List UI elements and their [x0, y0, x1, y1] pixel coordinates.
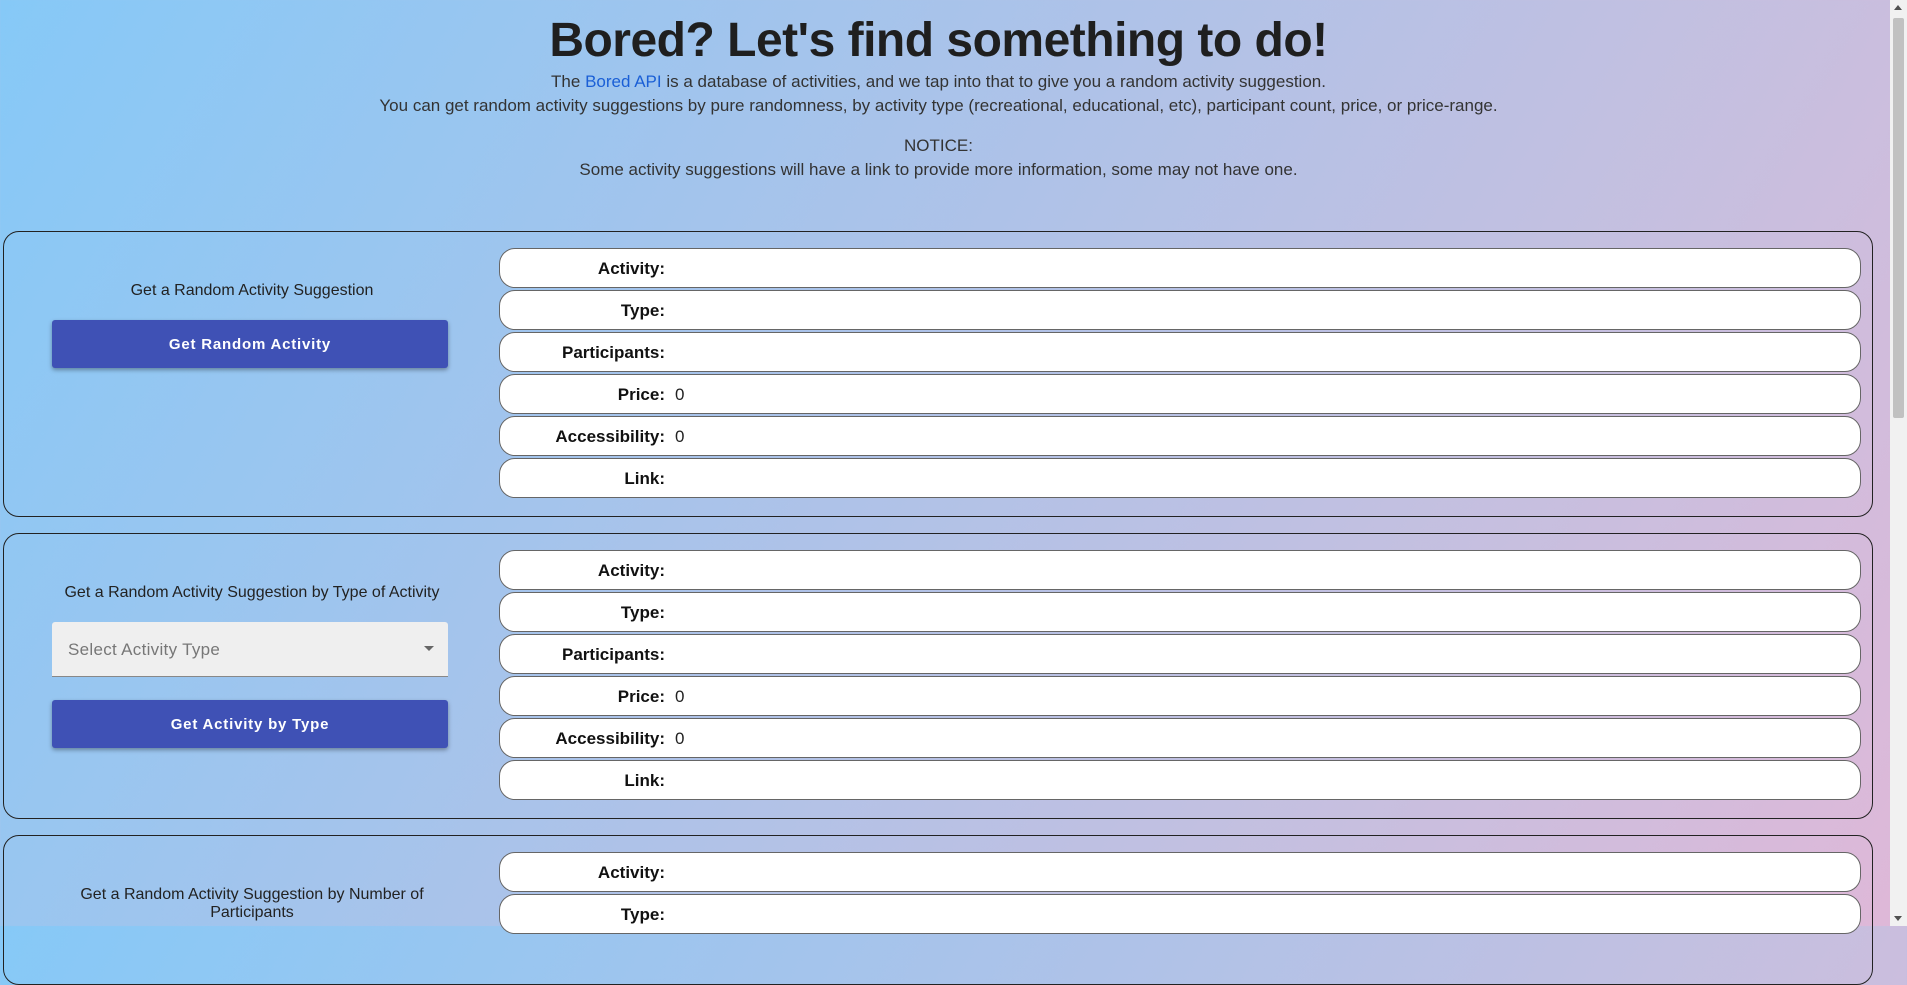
scrollbar-thumb[interactable]	[1893, 18, 1904, 418]
page-title: Bored? Let's find something to do!	[549, 14, 1328, 67]
activity-by-participants-card: Get a Random Activity Suggestion by Numb…	[3, 835, 1873, 985]
field-label: Accessibility:	[555, 427, 665, 446]
card-title: Get a Random Activity Suggestion by Type…	[64, 584, 440, 601]
intro-prefix: The	[551, 72, 581, 91]
vertical-scrollbar[interactable]	[1890, 0, 1907, 926]
result-list: Activity: Type:	[499, 852, 1861, 936]
activity-type-select[interactable]: Select Activity Type	[52, 622, 448, 677]
field-row-accessibility: Accessibility: 0	[499, 416, 1861, 456]
result-list: Activity: Type: Participants: Price: 0 Ac…	[499, 248, 1861, 500]
field-label: Participants:	[562, 343, 665, 362]
notice-text: Some activity suggestions will have a li…	[579, 160, 1298, 179]
intro-line-1: The Bored API is a database of activitie…	[0, 72, 1877, 92]
page: Bored? Let's find something to do! The B…	[0, 0, 1890, 985]
field-value: 0	[675, 687, 685, 706]
field-value: 0	[675, 427, 685, 446]
field-row-activity: Activity:	[499, 248, 1861, 288]
field-row-price: Price: 0	[499, 676, 1861, 716]
field-label: Activity:	[597, 259, 665, 278]
field-value: 0	[675, 385, 685, 404]
field-label: Type:	[620, 301, 665, 320]
field-row-accessibility: Accessibility: 0	[499, 718, 1861, 758]
field-label: Participants:	[562, 645, 665, 664]
field-label: Accessibility:	[555, 729, 665, 748]
field-row-type: Type:	[499, 290, 1861, 330]
caret-down-icon	[424, 646, 434, 651]
bored-api-link[interactable]: Bored API	[585, 72, 662, 91]
field-row-type: Type:	[499, 592, 1861, 632]
field-label: Link:	[624, 469, 665, 488]
field-value: 0	[675, 729, 685, 748]
field-label: Type:	[620, 905, 665, 924]
get-activity-by-type-button[interactable]: Get Activity by Type	[52, 700, 448, 748]
get-random-activity-button[interactable]: Get Random Activity	[52, 320, 448, 368]
intro-line-2: You can get random activity suggestions …	[379, 96, 1498, 115]
field-row-participants: Participants:	[499, 634, 1861, 674]
notice-label: NOTICE:	[904, 136, 973, 155]
field-label: Price:	[617, 687, 665, 706]
field-row-link: Link:	[499, 760, 1861, 800]
field-row-participants: Participants:	[499, 332, 1861, 372]
card-title: Get a Random Activity Suggestion by Numb…	[80, 886, 424, 921]
intro-suffix: is a database of activities, and we tap …	[666, 72, 1326, 91]
scroll-down-arrow-icon[interactable]	[1894, 916, 1902, 921]
random-activity-card: Get a Random Activity Suggestion Get Ran…	[3, 231, 1873, 517]
activity-by-type-card: Get a Random Activity Suggestion by Type…	[3, 533, 1873, 819]
field-label: Price:	[617, 385, 665, 404]
field-label: Type:	[620, 603, 665, 622]
scroll-up-arrow-icon[interactable]	[1894, 5, 1902, 10]
field-row-activity: Activity:	[499, 550, 1861, 590]
card-title: Get a Random Activity Suggestion	[130, 282, 374, 299]
result-list: Activity: Type: Participants: Price: 0 Ac…	[499, 550, 1861, 802]
field-label: Activity:	[597, 863, 665, 882]
select-placeholder: Select Activity Type	[68, 640, 221, 659]
field-row-type: Type:	[499, 894, 1861, 934]
field-label: Activity:	[597, 561, 665, 580]
field-row-link: Link:	[499, 458, 1861, 498]
field-row-price: Price: 0	[499, 374, 1861, 414]
field-row-activity: Activity:	[499, 852, 1861, 892]
field-label: Link:	[624, 771, 665, 790]
